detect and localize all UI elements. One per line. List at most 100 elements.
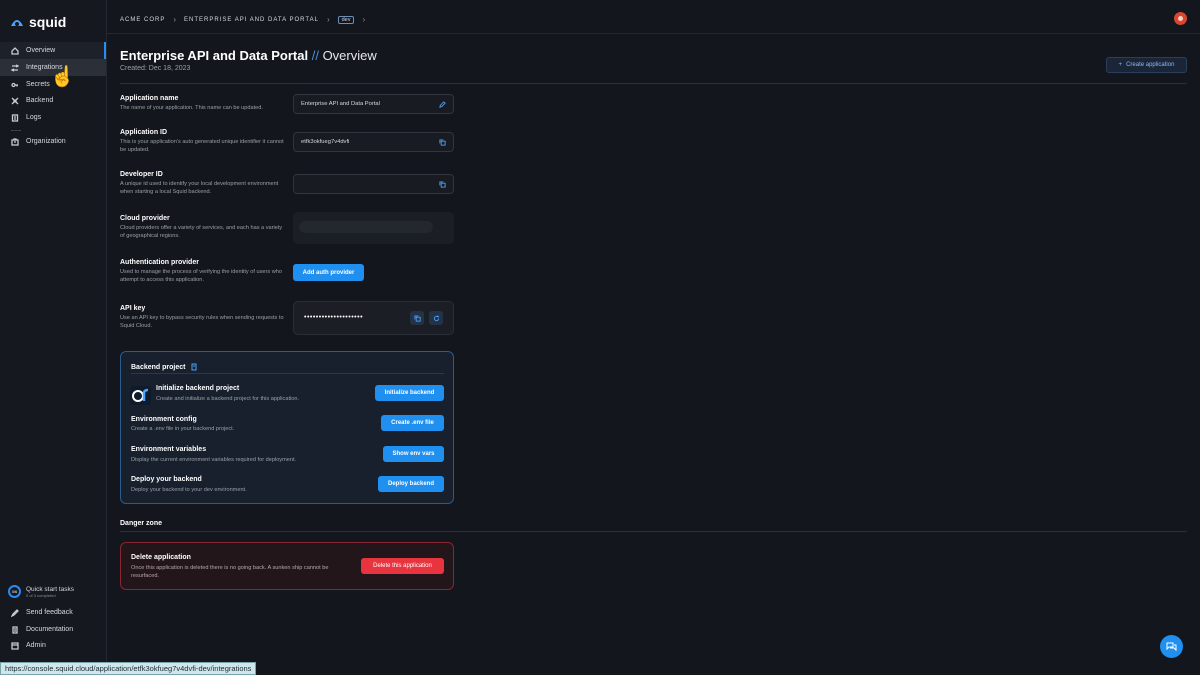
feedback-icon bbox=[11, 608, 19, 617]
app-name-label: Application name bbox=[120, 95, 179, 102]
app-id-input[interactable]: etfk3okfueg7v4dvfi bbox=[293, 132, 454, 152]
edit-icon[interactable] bbox=[439, 101, 446, 108]
api-key-desc: Use an API key to bypass security rules … bbox=[120, 315, 284, 329]
created-date: Created: Dec 18, 2023 bbox=[120, 65, 191, 72]
admin-icon bbox=[11, 641, 19, 650]
env-vars-desc: Display the current environment variable… bbox=[131, 457, 297, 463]
backend-icon bbox=[11, 97, 19, 104]
logo-text: squid bbox=[29, 14, 67, 30]
backend-project-divider bbox=[131, 373, 444, 374]
cloud-provider-desc: Cloud providers offer a variety of servi… bbox=[120, 225, 283, 239]
chevron-right-icon: › bbox=[173, 15, 177, 24]
breadcrumb-org[interactable]: ACME CORP bbox=[120, 17, 165, 23]
show-env-vars-button[interactable]: Show env vars bbox=[383, 446, 444, 462]
create-application-button[interactable]: + Create application bbox=[1106, 57, 1187, 73]
app-id-value: etfk3okfueg7v4dvfi bbox=[301, 139, 350, 145]
docs-icon bbox=[12, 625, 18, 634]
title-separator: // bbox=[311, 48, 319, 63]
sidebar-item-label: Overview bbox=[26, 47, 56, 54]
breadcrumb-app[interactable]: ENTERPRISE API AND DATA PORTAL bbox=[184, 17, 319, 23]
sidebar-item-backend[interactable]: Backend bbox=[0, 92, 106, 109]
api-key-field: •••••••••••••••••••• bbox=[293, 301, 454, 335]
danger-zone-divider bbox=[120, 531, 1187, 532]
deploy-backend-desc: Deploy your backend to your dev environm… bbox=[131, 487, 247, 493]
deploy-backend-button[interactable]: Deploy backend bbox=[378, 476, 444, 492]
sidebar-item-logs[interactable]: Logs bbox=[0, 109, 106, 126]
auth-provider-desc: Used to manage the process of verifying … bbox=[120, 269, 282, 283]
initialize-backend-button[interactable]: Initialize backend bbox=[375, 385, 444, 401]
header-divider bbox=[120, 83, 1187, 84]
delete-application-button[interactable]: Delete this application bbox=[361, 558, 444, 574]
quick-start-sub: 0 of 3 completed bbox=[26, 592, 56, 598]
copy-icon bbox=[413, 314, 421, 322]
sidebar-item-send-feedback[interactable]: Send feedback bbox=[0, 604, 106, 621]
refresh-icon bbox=[433, 314, 439, 321]
chat-support-button[interactable] bbox=[1160, 635, 1183, 658]
cloud-provider-loading bbox=[293, 212, 454, 244]
squid-logo-icon bbox=[11, 20, 23, 26]
sidebar-item-documentation[interactable]: Documentation bbox=[0, 621, 106, 638]
page-title: Enterprise API and Data Portal // Overvi… bbox=[120, 48, 377, 63]
sidebar-separator bbox=[11, 130, 21, 131]
sidebar-item-admin[interactable]: Admin bbox=[0, 637, 106, 654]
dev-id-label: Developer ID bbox=[120, 171, 163, 178]
quick-start-title: Quick start tasks bbox=[26, 585, 75, 593]
chat-icon bbox=[1166, 642, 1177, 652]
add-auth-provider-button[interactable]: Add auth provider bbox=[293, 264, 364, 281]
chevron-right-icon: › bbox=[362, 15, 366, 24]
dev-id-input[interactable] bbox=[293, 174, 454, 194]
env-badge[interactable]: dev bbox=[337, 15, 355, 24]
env-config-title: Environment config bbox=[131, 416, 197, 423]
app-title: Enterprise API and Data Portal bbox=[120, 48, 309, 63]
sidebar-item-label: Send feedback bbox=[26, 609, 73, 616]
sidebar-item-organization[interactable]: Organization bbox=[0, 133, 106, 150]
cloud-provider-label: Cloud provider bbox=[120, 215, 170, 222]
breadcrumb: ACME CORP › ENTERPRISE API AND DATA PORT… bbox=[120, 15, 365, 24]
app-name-input[interactable]: Enterprise API and Data Portal bbox=[293, 94, 454, 114]
building-icon bbox=[11, 137, 19, 146]
initialize-backend-title: Initialize backend project bbox=[156, 385, 240, 392]
progress-ring: 0/6 bbox=[8, 585, 21, 598]
home-icon bbox=[11, 46, 19, 55]
app-name-desc: The name of your application. This name … bbox=[120, 105, 263, 111]
sidebar-item-label: Admin bbox=[26, 642, 46, 649]
integrations-icon bbox=[11, 63, 19, 72]
auth-provider-label: Authentication provider bbox=[120, 259, 199, 266]
delete-application-desc: Once this application is deleted there i… bbox=[131, 565, 329, 579]
dev-id-desc: A unique id used to identify your local … bbox=[120, 181, 279, 195]
delete-application-card: Delete application Once this application… bbox=[120, 542, 454, 590]
danger-zone-title: Danger zone bbox=[120, 520, 163, 527]
key-icon bbox=[11, 82, 18, 87]
status-bar-url: https://console.squid.cloud/application/… bbox=[0, 662, 257, 675]
sidebar-item-label: Logs bbox=[26, 114, 42, 121]
api-key-value: •••••••••••••••••••• bbox=[304, 314, 364, 321]
backend-project-title: Backend project bbox=[131, 363, 198, 371]
squid-backend-logo-icon bbox=[130, 386, 151, 405]
backend-project-card: Backend project Initialize backend proje… bbox=[120, 351, 454, 504]
sidebar: squid Overview Integrations Secrets Back… bbox=[0, 0, 107, 675]
create-env-file-button[interactable]: Create .env file bbox=[381, 415, 444, 431]
app-id-label: Application ID bbox=[120, 129, 168, 136]
quick-start-tasks[interactable]: 0/6 Quick start tasks 0 of 3 completed bbox=[8, 585, 74, 598]
env-vars-title: Environment variables bbox=[131, 446, 207, 453]
sidebar-item-label: Backend bbox=[26, 97, 54, 104]
create-application-label: Create application bbox=[1126, 62, 1175, 68]
chevron-right-icon: › bbox=[326, 15, 330, 24]
docs-link-icon[interactable] bbox=[190, 363, 198, 371]
backend-project-heading: Backend project bbox=[131, 363, 186, 371]
copy-icon[interactable] bbox=[439, 181, 446, 188]
regenerate-api-key-button[interactable] bbox=[429, 311, 443, 325]
delete-application-title: Delete application bbox=[131, 554, 191, 561]
hand-cursor-icon: ☝ bbox=[50, 66, 75, 88]
avatar[interactable] bbox=[1174, 12, 1187, 25]
copy-icon[interactable] bbox=[439, 139, 446, 146]
sidebar-item-overview[interactable]: Overview bbox=[0, 42, 106, 59]
initialize-backend-desc: Create and initialize a backend project … bbox=[156, 396, 300, 402]
plus-icon: + bbox=[1118, 62, 1123, 68]
top-bar: ACME CORP › ENTERPRISE API AND DATA PORT… bbox=[107, 0, 1200, 34]
deploy-backend-title: Deploy your backend bbox=[131, 476, 202, 483]
squid-logo[interactable]: squid bbox=[10, 14, 66, 30]
copy-api-key-button[interactable] bbox=[410, 311, 424, 325]
sidebar-item-label: Secrets bbox=[26, 81, 50, 88]
env-config-desc: Create a .env file in your backend proje… bbox=[131, 426, 235, 432]
